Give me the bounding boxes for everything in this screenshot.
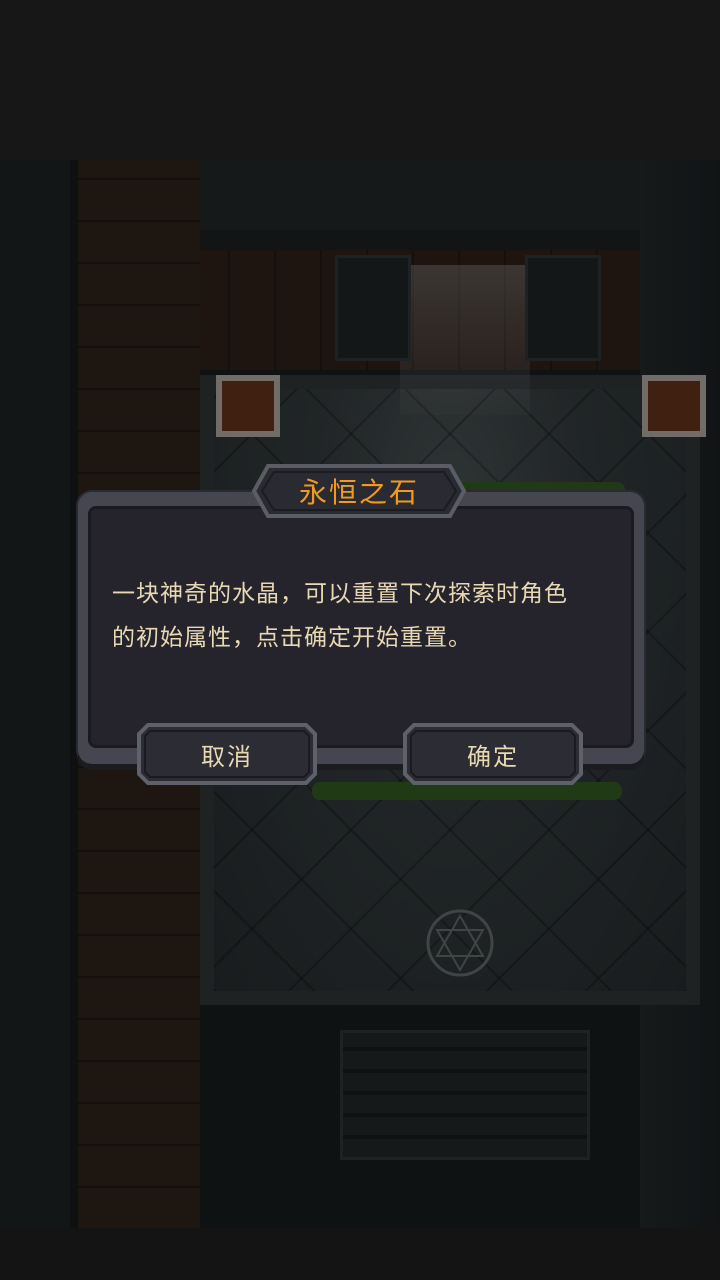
dialog-message-line: 一块神奇的水晶，可以重置下次探索时角色 — [112, 581, 568, 607]
confirm-button-label: 确定 — [467, 742, 519, 771]
cancel-button-label: 取消 — [201, 742, 253, 771]
bottom-letterbox — [0, 1228, 720, 1280]
dialog-message-line: 的初始属性，点击确定开始重置。 — [112, 625, 472, 651]
cancel-button[interactable]: 取消 — [136, 722, 318, 786]
top-letterbox — [0, 0, 720, 160]
dialog-title: 永恒之石 — [298, 476, 419, 509]
confirm-button[interactable]: 确定 — [402, 722, 584, 786]
dialog-message: 一块神奇的水晶，可以重置下次探索时角色 的初始属性，点击确定开始重置。 — [112, 572, 612, 660]
